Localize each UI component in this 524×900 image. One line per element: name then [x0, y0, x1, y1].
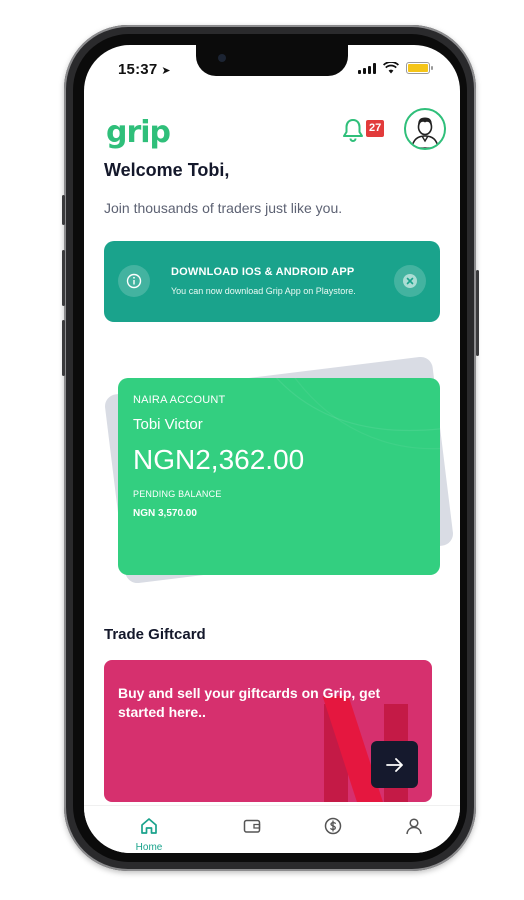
- status-time: 15:37 ➤: [118, 61, 171, 78]
- naira-account-card[interactable]: NAIRA ACCOUNT Tobi Victor NGN2,362.00 PE…: [118, 378, 440, 575]
- tab-profile[interactable]: [394, 816, 434, 841]
- giftcard-promo-card[interactable]: Buy and sell your giftcards on Grip, get…: [104, 660, 432, 802]
- trade-giftcard-heading: Trade Giftcard: [104, 626, 206, 643]
- download-app-banner[interactable]: DOWNLOAD IOS & ANDROID APP You can now d…: [104, 241, 440, 322]
- notification-count-badge: 27: [366, 120, 385, 137]
- phone-power-button: [476, 270, 479, 356]
- phone-volume-up: [62, 250, 65, 306]
- grip-logo: grip: [106, 115, 171, 150]
- bell-icon: [343, 119, 363, 142]
- profile-icon: [406, 818, 422, 835]
- tab-home-label: Home: [135, 842, 163, 853]
- phone-side-button: [62, 195, 65, 225]
- info-icon: [118, 265, 150, 297]
- pending-balance-label: PENDING BALANCE: [133, 489, 222, 499]
- notch: [196, 45, 348, 76]
- status-icons: [358, 62, 433, 74]
- home-icon: [141, 818, 157, 834]
- tab-wallet[interactable]: [232, 816, 272, 841]
- notification-button[interactable]: 27: [342, 117, 386, 143]
- giftcard-promo-text: Buy and sell your giftcards on Grip, get…: [118, 685, 381, 720]
- banner-title: DOWNLOAD IOS & ANDROID APP: [171, 266, 355, 278]
- tab-transactions[interactable]: [313, 816, 353, 841]
- card-pattern: [275, 378, 440, 450]
- location-arrow-icon: ➤: [161, 65, 171, 77]
- account-type-label: NAIRA ACCOUNT: [133, 394, 226, 406]
- avatar[interactable]: [404, 108, 446, 150]
- wallet-icon: [243, 819, 261, 833]
- pending-balance-value: NGN 3,570.00: [133, 508, 197, 519]
- cellular-signal-icon: [358, 62, 376, 74]
- phone-volume-down: [62, 320, 65, 376]
- user-avatar-icon: [411, 117, 439, 148]
- camera: [218, 54, 226, 62]
- dollar-icon: [324, 817, 342, 835]
- giftcard-go-button[interactable]: [371, 741, 418, 788]
- wifi-icon: [383, 62, 399, 74]
- close-icon: [403, 274, 417, 288]
- bottom-tab-bar: Home: [84, 805, 460, 853]
- tab-home[interactable]: Home: [129, 816, 169, 853]
- banner-close-button[interactable]: [394, 265, 426, 297]
- account-balance: NGN2,362.00: [133, 444, 305, 475]
- battery-icon: [406, 62, 433, 74]
- status-time-text: 15:37: [118, 61, 158, 78]
- account-holder-name: Tobi Victor: [133, 416, 203, 433]
- app-screen: 15:37 ➤ grip 27 Welcome Tobi, Join thousa…: [84, 45, 460, 853]
- welcome-title: Welcome Tobi,: [104, 160, 230, 180]
- arrow-right-icon: [385, 757, 403, 772]
- welcome-subtitle: Join thousands of traders just like you.: [104, 200, 343, 216]
- banner-text: You can now download Grip App on Playsto…: [171, 286, 356, 296]
